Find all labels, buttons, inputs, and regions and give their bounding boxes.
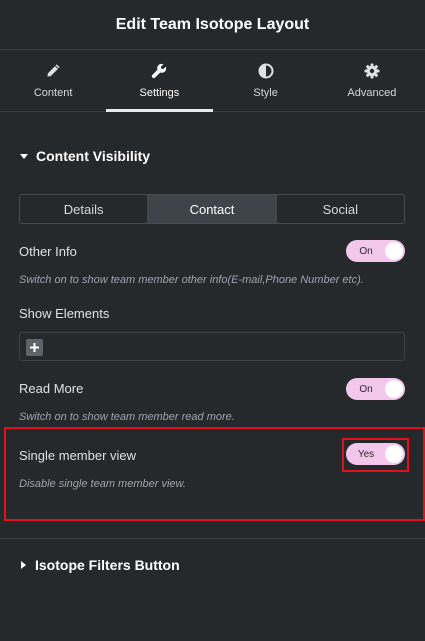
read-more-description: Switch on to show team member read more. xyxy=(19,411,235,423)
section-isotope-filters[interactable]: Isotope Filters Button xyxy=(21,557,180,573)
single-member-view-label: Single member view xyxy=(19,448,137,463)
read-more-toggle[interactable]: On xyxy=(346,378,405,400)
other-info-toggle[interactable]: On xyxy=(346,240,405,262)
other-info-description: Switch on to show team member other info… xyxy=(19,274,364,286)
tab-content-label: Content xyxy=(33,86,73,99)
tab-content[interactable]: Content xyxy=(0,50,106,111)
other-info-label: Other Info xyxy=(19,244,77,259)
tab-style[interactable]: Style xyxy=(213,50,319,111)
section-title: Isotope Filters Button xyxy=(35,557,180,573)
toggle-state: On xyxy=(359,383,373,395)
plus-icon xyxy=(30,343,39,352)
single-member-view-description: Disable single team member view. xyxy=(19,478,186,490)
toggle-state: On xyxy=(359,245,373,257)
tab-advanced-label: Advanced xyxy=(347,86,397,99)
segment-details[interactable]: Details xyxy=(20,195,149,223)
read-more-label: Read More xyxy=(19,381,84,396)
section-divider xyxy=(0,538,425,539)
segment-contact[interactable]: Contact xyxy=(148,195,277,223)
tab-style-label: Style xyxy=(253,86,278,99)
tab-settings-label: Settings xyxy=(139,86,180,99)
show-elements-repeater xyxy=(19,332,405,361)
toggle-knob xyxy=(385,242,403,260)
caret-right-icon xyxy=(21,561,26,569)
half-circle-icon xyxy=(258,63,274,79)
add-element-button[interactable] xyxy=(26,339,43,356)
tab-settings[interactable]: Settings xyxy=(106,50,213,112)
caret-down-icon xyxy=(20,153,28,159)
pencil-icon xyxy=(45,63,61,79)
segment-social[interactable]: Social xyxy=(277,195,404,223)
panel-tabs: Content Settings Style Advanced xyxy=(0,50,425,112)
panel-title: Edit Team Isotope Layout xyxy=(115,15,310,33)
section-content-visibility[interactable]: Content Visibility xyxy=(20,148,150,164)
toggle-highlight xyxy=(342,438,409,472)
wrench-icon xyxy=(151,63,167,79)
tab-advanced[interactable]: Advanced xyxy=(319,50,425,111)
toggle-knob xyxy=(385,380,403,398)
panel-header: Edit Team Isotope Layout xyxy=(0,0,425,50)
contact-tabs: Details Contact Social xyxy=(19,194,405,224)
show-elements-label: Show Elements xyxy=(19,306,110,321)
gear-icon xyxy=(364,63,380,79)
section-title: Content Visibility xyxy=(36,148,151,164)
